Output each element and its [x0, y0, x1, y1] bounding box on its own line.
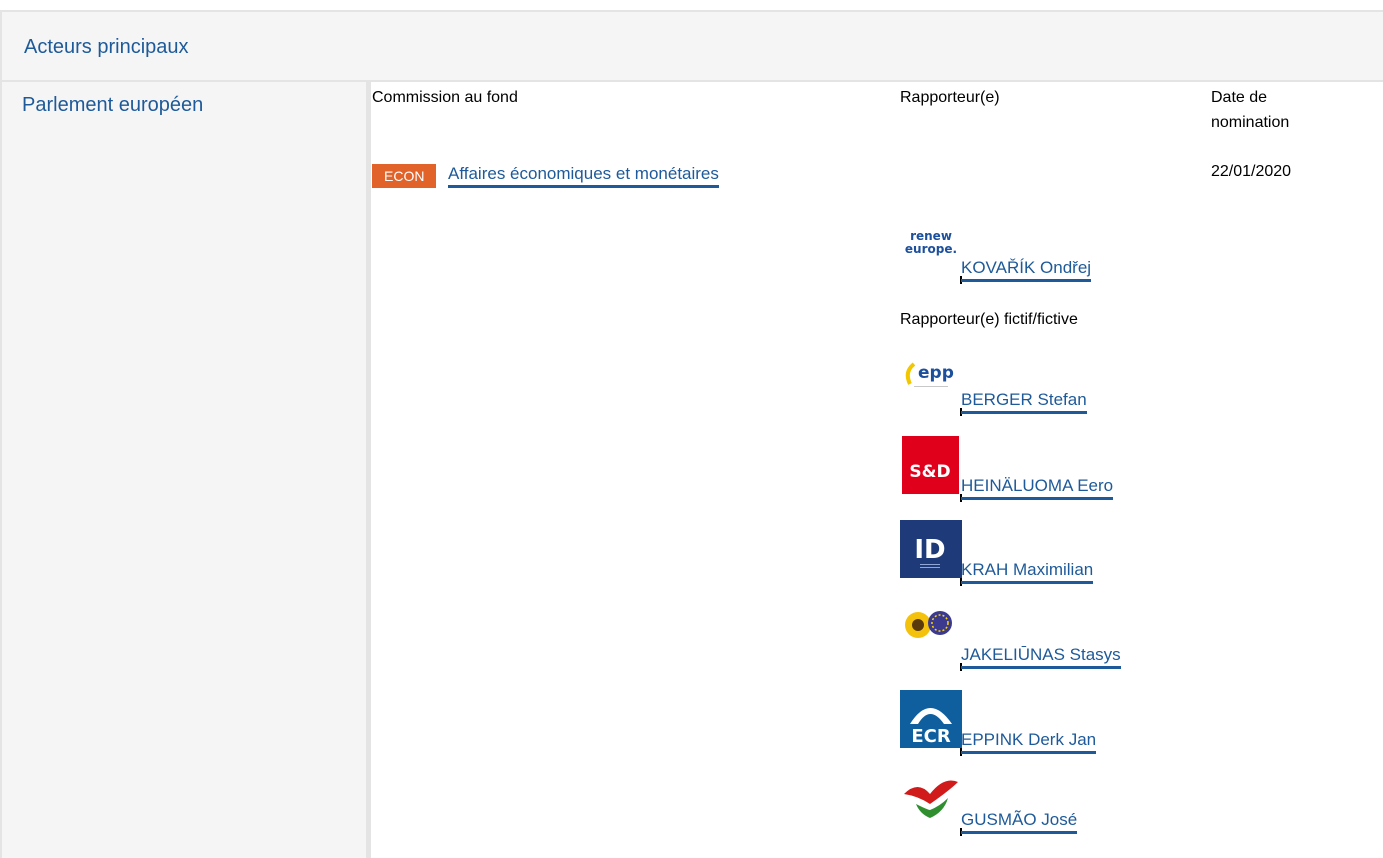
rapporteur-link[interactable]: KOVAŘÍK Ondřej: [961, 258, 1092, 282]
column-divider: [366, 82, 371, 858]
svg-text:ID: ID: [914, 535, 945, 565]
nomination-date: 22/01/2020: [1211, 163, 1292, 180]
shadow-entry: epp BERGER Stefan: [900, 350, 1200, 425]
renew-europe-logo: renew europe.: [900, 218, 962, 276]
epp-logo: epp: [900, 350, 962, 408]
date-header: Date de nomination: [1211, 86, 1289, 136]
shadow-entry: ECR EPPINK Derk Jan: [900, 690, 1200, 765]
shadow-link-eppink[interactable]: EPPINK Derk Jan: [961, 730, 1097, 754]
shadow-link-gusmao[interactable]: GUSMÃO José: [961, 810, 1078, 834]
svg-text:S&D: S&D: [909, 462, 950, 482]
ecr-logo: ECR: [900, 690, 962, 748]
shadow-entry: ID KRAH Maximilian: [900, 520, 1200, 595]
shadow-link-jakeliunas[interactable]: JAKELIŪNAS Stasys: [961, 645, 1121, 669]
shadow-entry: S&D HEINÄLUOMA Eero: [900, 436, 1200, 511]
institution-column: Parlement européen: [0, 82, 370, 858]
svg-text:epp: epp: [918, 363, 954, 383]
section-title: Acteurs principaux: [24, 36, 189, 58]
committee-header: Commission au fond: [372, 89, 518, 106]
rapporteur-entry: renew europe. KOVAŘÍK Ondřej: [900, 218, 1200, 293]
shadow-entry: GUSMÃO José: [900, 770, 1200, 845]
sd-logo: S&D: [900, 436, 962, 494]
rapporteur-header: Rapporteur(e): [900, 89, 1000, 106]
id-logo: ID: [900, 520, 962, 578]
shadow-link-krah[interactable]: KRAH Maximilian: [961, 560, 1094, 584]
section-header: Acteurs principaux: [0, 10, 1383, 82]
shadow-entry: JAKELIŪNAS Stasys: [900, 605, 1200, 680]
svg-text:europe.: europe.: [905, 242, 957, 256]
date-header-line2: nomination: [1211, 113, 1290, 131]
committee-link[interactable]: Affaires économiques et monétaires: [448, 164, 719, 188]
greens-efa-logo: [900, 605, 962, 663]
svg-text:renew: renew: [910, 229, 952, 243]
svg-text:ECR: ECR: [911, 726, 951, 747]
institution-name: Parlement européen: [22, 94, 204, 116]
shadow-rapporteur-label: Rapporteur(e) fictif/fictive: [900, 311, 1078, 328]
shadow-link-berger[interactable]: BERGER Stefan: [961, 390, 1087, 414]
shadow-link-heinaluoma[interactable]: HEINÄLUOMA Eero: [961, 476, 1114, 500]
date-header-line1: Date de: [1211, 89, 1268, 106]
gue-ngl-logo: [900, 770, 962, 828]
committee-code-badge: ECON: [372, 164, 437, 188]
